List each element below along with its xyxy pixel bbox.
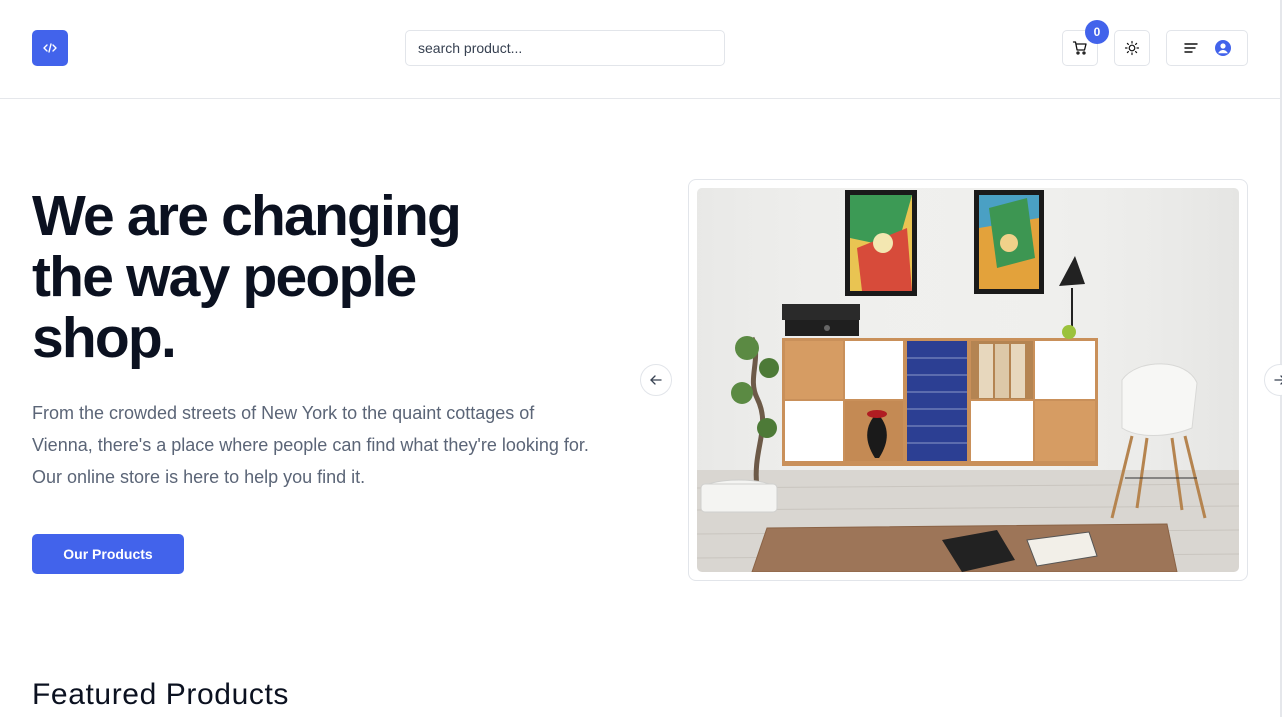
user-icon xyxy=(1214,40,1231,56)
hero-heading-line: the way people xyxy=(32,245,417,309)
hero-heading-line: We are changing xyxy=(32,184,462,248)
featured-products-heading: Featured Products xyxy=(32,678,289,711)
code-icon xyxy=(43,43,57,53)
hero-heading-line: shop. xyxy=(32,306,177,370)
carousel-next-button[interactable] xyxy=(1264,364,1282,396)
search-input[interactable] xyxy=(405,30,725,66)
interior-photo xyxy=(697,188,1239,572)
cart-count-badge: 0 xyxy=(1085,20,1109,44)
hero-carousel xyxy=(688,179,1248,581)
menu-icon xyxy=(1183,43,1198,53)
our-products-button[interactable]: Our Products xyxy=(32,534,184,574)
arrow-left-icon xyxy=(650,375,662,385)
carousel-prev-button[interactable] xyxy=(640,364,672,396)
arrow-right-icon xyxy=(1274,375,1282,385)
carousel-slide-image xyxy=(697,188,1239,572)
cart-icon xyxy=(1072,41,1087,55)
hero-description: From the crowded streets of New York to … xyxy=(32,403,589,487)
user-menu-button[interactable] xyxy=(1166,30,1248,66)
sun-icon xyxy=(1124,40,1140,56)
hero-heading: We are changing the way people shop. xyxy=(32,186,592,369)
top-navbar: 0 xyxy=(0,0,1281,99)
theme-toggle-button[interactable] xyxy=(1114,30,1150,66)
logo-link[interactable] xyxy=(32,30,68,66)
